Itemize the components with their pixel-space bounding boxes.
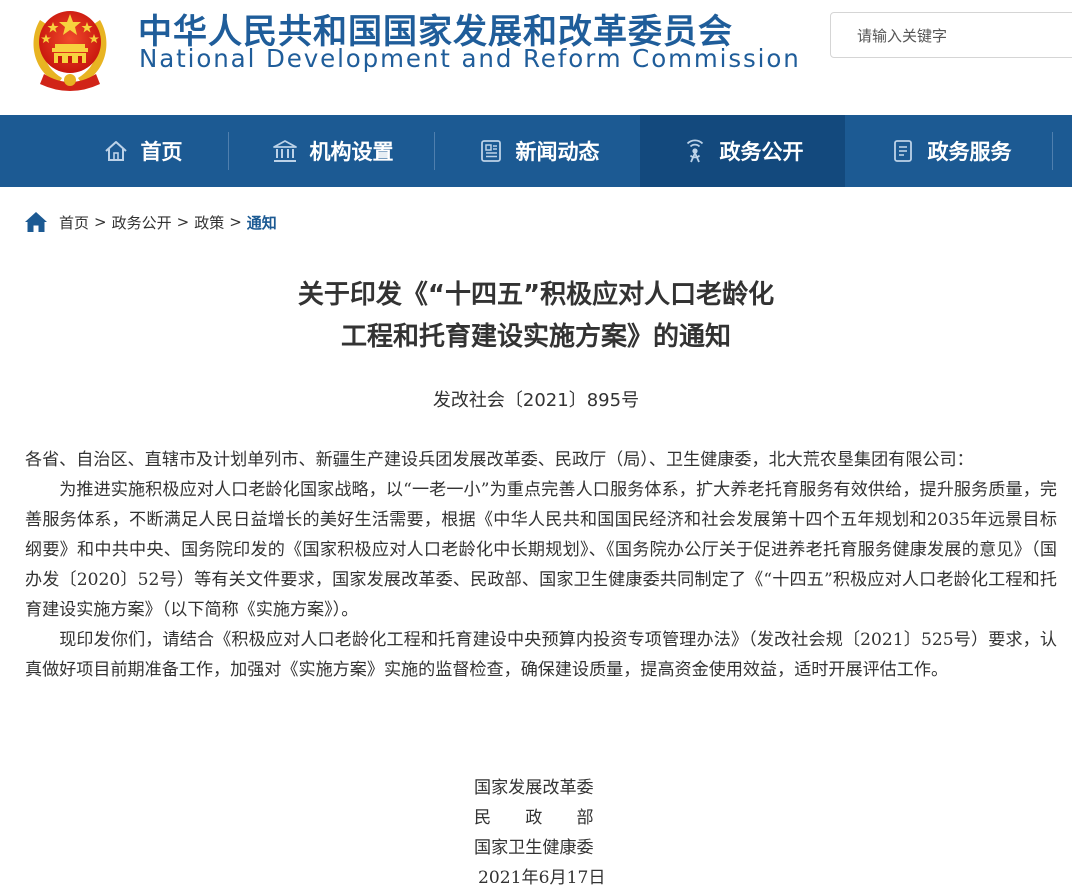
nav-item-news[interactable]: 新闻动态 (436, 115, 641, 187)
document-signature: 国家发展改革委 民 政 部 国家卫生健康委 2021年6月17日 (474, 773, 605, 893)
nav-divider (1052, 132, 1053, 170)
signatory: 国家卫生健康委 (474, 838, 594, 858)
breadcrumb-separator: > (176, 213, 190, 231)
nav-divider (228, 132, 229, 170)
nav-item-label: 首页 (140, 140, 183, 164)
signatory: 民 政 部 (474, 808, 594, 828)
breadcrumb-separator: > (94, 213, 107, 231)
breadcrumb: 首页 > 政务公开 > 政策 > 通知 (24, 208, 277, 236)
nav-item-label: 政务公开 (719, 140, 804, 164)
search-box (830, 12, 1072, 59)
search-input[interactable] (855, 13, 1069, 59)
document-body: 各省、自治区、直辖市及计划单列市、新疆生产建设兵团发展改革委、民政厅（局）、卫生… (25, 445, 1057, 685)
nav-item-services[interactable]: 政务服务 (848, 115, 1053, 187)
institution-icon (272, 140, 297, 162)
document-paragraph: 为推进实施积极应对人口老龄化国家战略，以“一老一小”为重点完善人口服务体系，扩大… (25, 480, 1057, 620)
signatory: 国家发展改革委 (474, 778, 594, 798)
breadcrumb-notice[interactable]: 通知 (247, 212, 277, 233)
home-icon (104, 141, 127, 161)
broadcast-icon (686, 139, 703, 163)
breadcrumb-separator: > (229, 213, 242, 231)
document-title-line1: 关于印发《“十四五”积极应对人口老龄化 (297, 280, 775, 310)
nav-item-public-affairs[interactable]: 政务公开 (640, 115, 845, 187)
nav-item-label: 机构设置 (309, 140, 394, 164)
document-title-line2: 工程和托育建设实施方案》的通知 (340, 322, 731, 352)
nav-item-institution[interactable]: 机构设置 (230, 115, 435, 187)
home-icon[interactable] (24, 211, 48, 233)
document-date: 2021年6月17日 (478, 868, 606, 888)
breadcrumb-public-affairs[interactable]: 政务公开 (112, 212, 172, 233)
national-emblem-icon[interactable] (22, 0, 118, 92)
document-addressee: 各省、自治区、直辖市及计划单列市、新疆生产建设兵团发展改革委、民政厅（局）、卫生… (25, 450, 974, 470)
breadcrumb-home[interactable]: 首页 (59, 212, 89, 233)
nav-item-label: 新闻动态 (515, 140, 600, 164)
site-title-en: National Development and Reform Commissi… (139, 44, 801, 73)
nav-divider (434, 132, 435, 170)
main-nav: 首页 机构设置 新闻动态 政务公开 政务服务 (0, 115, 1072, 187)
news-icon (480, 140, 501, 162)
document-number: 发改社会〔2021〕895号 (432, 390, 640, 411)
document-title: 关于印发《“十四五”积极应对人口老龄化 工程和托育建设实施方案》的通知 (0, 274, 1072, 358)
document-paragraph: 现印发你们，请结合《积极应对人口老龄化工程和托育建设中央预算内投资专项管理办法》… (25, 630, 1057, 680)
nav-item-label: 政务服务 (927, 140, 1012, 164)
breadcrumb-policy[interactable]: 政策 (194, 212, 224, 233)
nav-item-home[interactable]: 首页 (40, 115, 245, 187)
document-icon (893, 140, 912, 162)
site-header: 中华人民共和国国家发展和改革委员会 National Development a… (0, 0, 1072, 115)
